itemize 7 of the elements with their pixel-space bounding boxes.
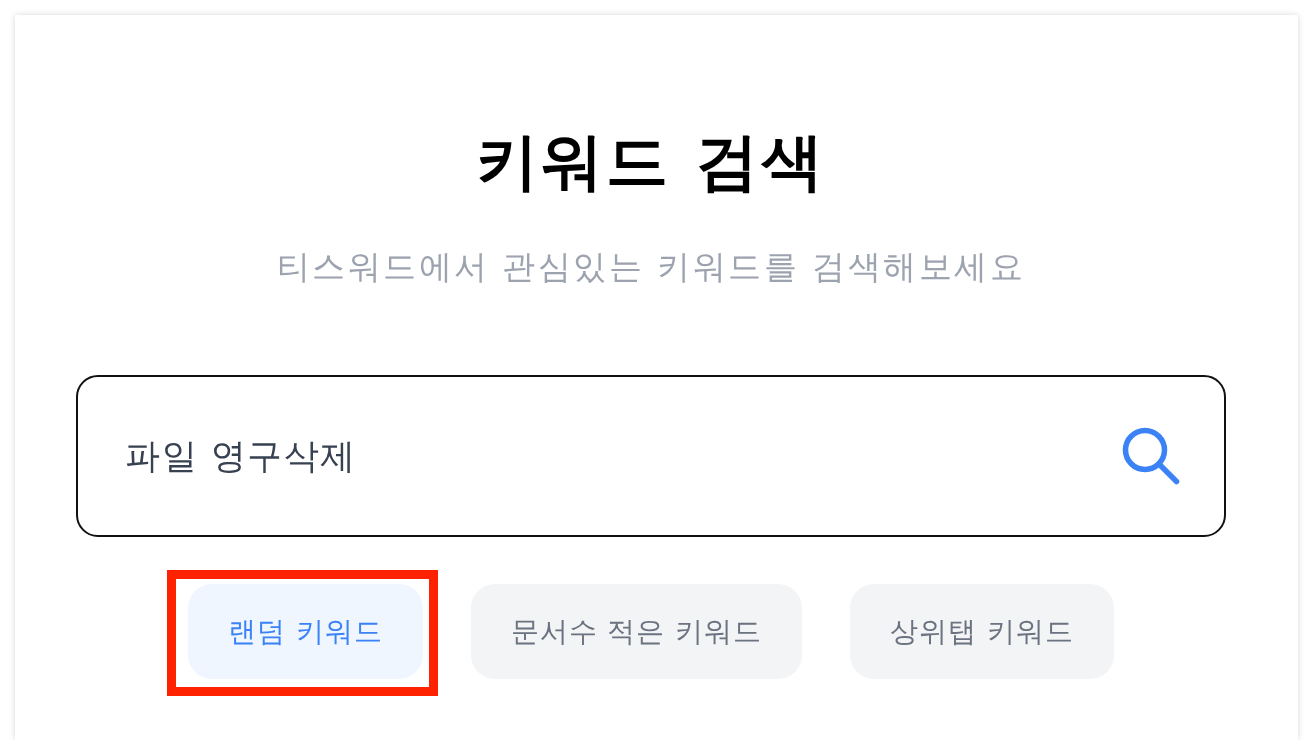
keyword-mode-tab[interactable]: 문서수 적은 키워드: [470, 584, 803, 679]
page-title: 키워드 검색: [476, 126, 826, 198]
search-field[interactable]: 파일 영구삭제: [76, 375, 1226, 537]
search-icon[interactable]: [1122, 427, 1180, 485]
page-subtitle: 티스워드에서 관심있는 키워드를 검색해보세요: [276, 247, 1026, 287]
keyword-mode-tab[interactable]: 상위탭 키워드: [850, 584, 1115, 679]
keyword-mode-tab[interactable]: 랜덤 키워드: [187, 584, 423, 679]
